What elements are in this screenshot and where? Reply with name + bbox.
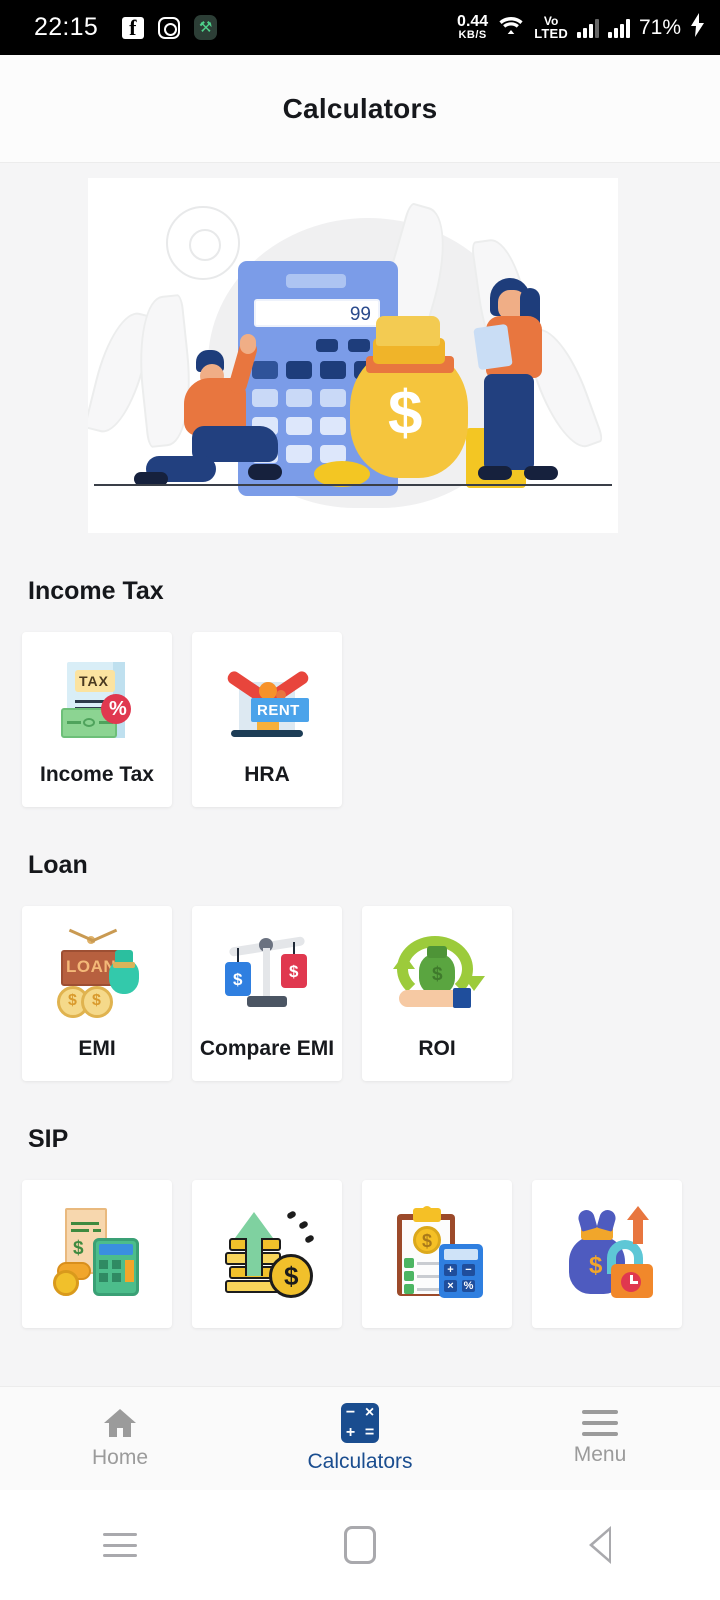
calculator-card-hra[interactable]: RENT HRA <box>192 632 342 807</box>
bottom-navigation: Home − × + = Calculators Menu <box>0 1386 720 1490</box>
hamburger-menu-icon <box>582 1410 618 1436</box>
facebook-icon <box>122 15 145 41</box>
calculators-hero-illustration: 99 $ <box>88 178 618 533</box>
android-home-button[interactable] <box>240 1526 480 1564</box>
nav-label-menu: Menu <box>573 1443 627 1466</box>
hero-container: 99 $ <box>0 163 720 533</box>
section-cards-sip: $ $ $ + − × % $ <box>0 1179 720 1328</box>
calculator-card-emi[interactable]: LOAN $ $ EMI <box>22 905 172 1081</box>
scroll-content[interactable]: 99 $ Income Tax TAX % Income Tax RENT HR… <box>0 163 720 1386</box>
status-bar: 22:15 ⚒ 0.44 KB/S Vo LTED <box>0 0 720 55</box>
hero-dollar-symbol: $ <box>388 379 423 448</box>
nav-label-home: Home <box>91 1446 149 1469</box>
recents-icon <box>103 1533 137 1557</box>
section-cards-income-tax: TAX % Income Tax RENT HRA <box>0 632 720 807</box>
status-time: 22:15 <box>34 13 99 41</box>
phone-screen: 22:15 ⚒ 0.44 KB/S Vo LTED <box>0 0 720 1600</box>
page-title: Calculators <box>282 92 438 124</box>
android-back-button[interactable] <box>480 1526 720 1564</box>
calculator-card-sip-2[interactable]: $ <box>192 1179 342 1328</box>
calculator-card-sip-3[interactable]: $ + − × % <box>362 1179 512 1328</box>
android-recents-button[interactable] <box>0 1533 240 1557</box>
network-speed-unit: KB/S <box>458 29 487 41</box>
battery-percent: 71% <box>638 15 681 39</box>
android-system-nav <box>0 1490 720 1600</box>
income-tax-document-icon: TAX % <box>51 658 143 750</box>
status-right-icons: 0.44 KB/S Vo LTED 71% <box>457 13 706 42</box>
hero-display-value: 99 <box>349 304 371 325</box>
network-speed: 0.44 KB/S <box>457 14 488 41</box>
calculator-card-sip-1[interactable]: $ <box>22 1179 172 1328</box>
growth-arrow-coins-icon: $ <box>221 1206 315 1298</box>
volte-icon: Vo LTED <box>534 14 568 41</box>
wifi-icon <box>497 14 525 41</box>
return-on-investment-icon: $ <box>391 932 485 1024</box>
section-title-loan: Loan <box>28 850 88 879</box>
nav-item-calculators[interactable]: − × + = Calculators <box>240 1403 480 1474</box>
section-title-income-tax: Income Tax <box>28 577 164 605</box>
calculator-card-income-tax[interactable]: TAX % Income Tax <box>22 632 172 807</box>
card-label: HRA <box>244 763 290 786</box>
invoice-calculator-icon: $ <box>51 1206 143 1298</box>
card-label: Income Tax <box>40 763 154 786</box>
status-left-icons: ⚒ <box>122 15 218 41</box>
calculator-card-sip-4[interactable]: $ <box>532 1179 682 1328</box>
charging-bolt-icon <box>690 13 706 42</box>
clipboard-calculator-icon: $ + − × % <box>391 1205 483 1298</box>
home-pill-icon <box>344 1526 376 1564</box>
instagram-icon <box>158 16 181 39</box>
network-speed-value: 0.44 <box>457 13 489 30</box>
house-rent-icon: RENT <box>221 658 313 750</box>
loan-sign-coins-icon: LOAN $ $ <box>51 928 143 1024</box>
card-label: ROI <box>418 1036 456 1060</box>
signal-bars-sim1 <box>576 18 599 38</box>
signal-bars-sim2 <box>607 18 630 38</box>
nav-label-calculators: Calculators <box>307 1450 413 1473</box>
card-label: EMI <box>78 1036 116 1060</box>
calculator-icon: − × + = <box>341 1403 379 1443</box>
back-triangle-icon <box>589 1526 611 1564</box>
card-label: Compare EMI <box>199 1036 335 1060</box>
app-icon: ⚒ <box>194 15 218 40</box>
moneybag-lock-icon: $ <box>561 1205 653 1298</box>
home-icon <box>102 1407 138 1439</box>
calculator-card-roi[interactable]: $ ROI <box>362 905 512 1081</box>
calculator-card-compare-emi[interactable]: $ $ Compare EMI <box>192 905 342 1081</box>
balance-scale-icon: $ $ <box>221 932 313 1024</box>
nav-item-home[interactable]: Home <box>0 1407 240 1470</box>
app-header: Calculators <box>0 55 720 163</box>
section-title-sip: SIP <box>28 1124 69 1153</box>
section-cards-loan: LOAN $ $ EMI $ $ Compare EMI $ ROI <box>0 905 720 1081</box>
nav-item-menu[interactable]: Menu <box>480 1410 720 1467</box>
